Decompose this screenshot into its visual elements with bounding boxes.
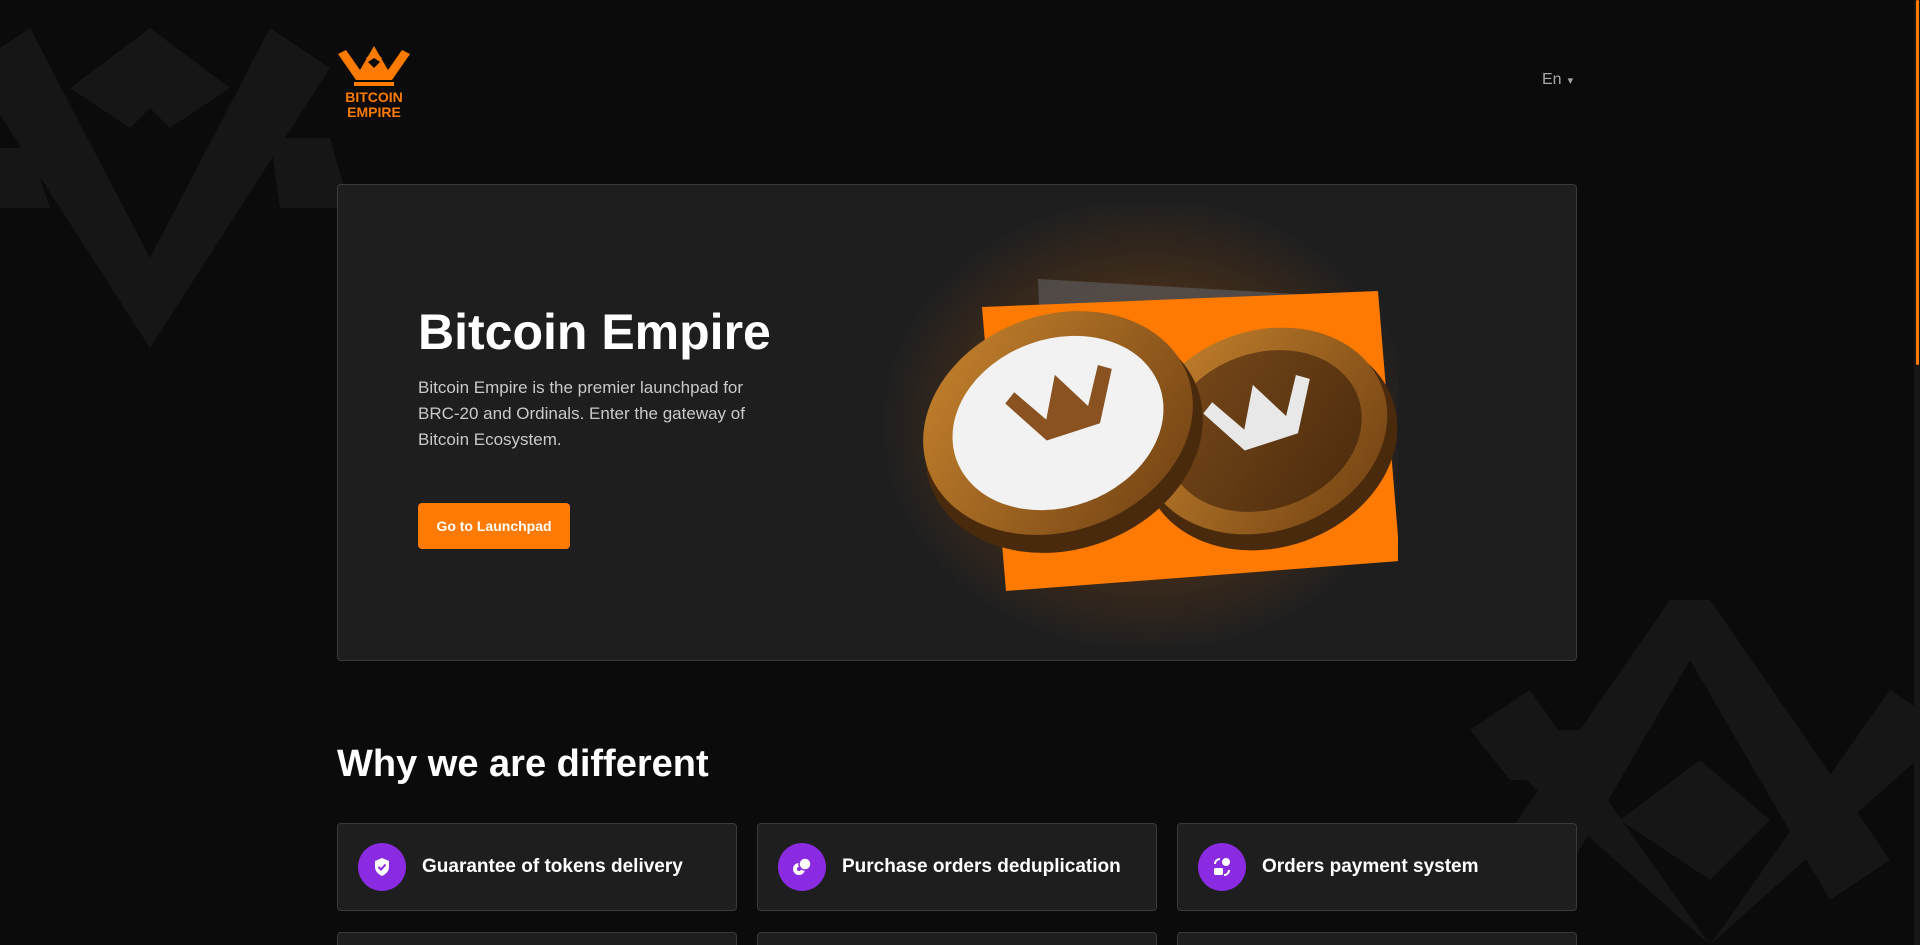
- features-section-title: Why we are different: [337, 743, 709, 785]
- coins-illustration: [878, 205, 1398, 645]
- chevron-down-icon: ▾: [1567, 74, 1574, 87]
- hero-title: Bitcoin Empire: [418, 304, 771, 360]
- coins-icon: [778, 843, 826, 891]
- payment-swap-icon: [1198, 843, 1246, 891]
- feature-card: Orders payment system: [1177, 823, 1577, 911]
- crown-logo-icon: [338, 46, 410, 86]
- feature-label: Guarantee of tokens delivery: [422, 856, 683, 877]
- logo-text-line1: BITCOIN: [345, 89, 403, 105]
- page-scrollbar[interactable]: [1914, 0, 1920, 945]
- feature-label: Orders payment system: [1262, 856, 1479, 877]
- feature-card: Guarantee of tokens delivery: [337, 823, 737, 911]
- go-to-launchpad-button[interactable]: Go to Launchpad: [418, 503, 570, 549]
- shield-check-icon: [358, 843, 406, 891]
- hero-card: Bitcoin Empire Bitcoin Empire is the pre…: [337, 184, 1577, 661]
- hero-description: Bitcoin Empire is the premier launchpad …: [418, 378, 745, 449]
- feature-card: [1177, 932, 1577, 945]
- feature-card: Purchase orders deduplication: [757, 823, 1157, 911]
- language-label: En: [1542, 71, 1562, 88]
- feature-card: [757, 932, 1157, 945]
- logo-text-line2: EMPIRE: [347, 104, 401, 120]
- feature-label: Purchase orders deduplication: [842, 856, 1121, 877]
- language-selector[interactable]: En ▾: [1542, 71, 1573, 89]
- scrollbar-thumb[interactable]: [1916, 0, 1919, 365]
- feature-card: [337, 932, 737, 945]
- brand-logo[interactable]: BITCOIN EMPIRE: [337, 40, 411, 120]
